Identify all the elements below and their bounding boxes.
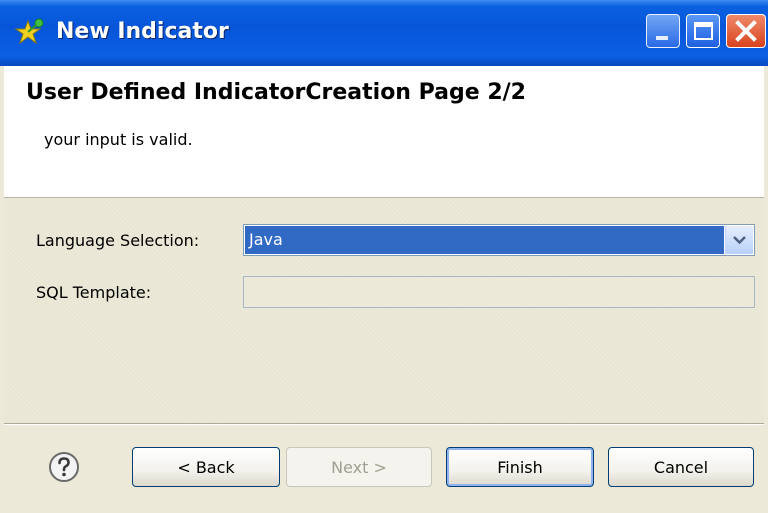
title-bar[interactable]: New Indicator	[0, 0, 768, 66]
cancel-button[interactable]: Cancel	[608, 447, 754, 487]
sql-template-field[interactable]	[243, 276, 755, 308]
new-indicator-star-icon	[14, 16, 46, 48]
new-indicator-dialog: New Indicator User Defined IndicatorCrea…	[0, 0, 768, 513]
language-select[interactable]: Java	[243, 224, 755, 256]
next-button[interactable]: Next >	[286, 447, 432, 487]
maximize-button[interactable]	[686, 14, 720, 48]
maximize-icon	[694, 22, 713, 40]
form-area: Language Selection: Java SQL Template:	[4, 198, 764, 423]
help-button[interactable]	[48, 451, 80, 483]
page-title: User Defined IndicatorCreation Page 2/2	[26, 80, 526, 105]
window-title: New Indicator	[56, 19, 229, 44]
sql-template-label: SQL Template:	[36, 283, 152, 302]
close-icon	[735, 20, 757, 42]
chevron-down-icon	[733, 236, 746, 245]
back-button[interactable]: < Back	[132, 447, 280, 487]
button-bar: < Back Next > Finish Cancel	[4, 425, 764, 513]
finish-button[interactable]: Finish	[446, 447, 594, 487]
status-message: your input is valid.	[44, 130, 193, 149]
language-selection-label: Language Selection:	[36, 231, 200, 250]
question-mark-icon	[49, 452, 79, 482]
minimize-button[interactable]	[646, 14, 680, 48]
close-button[interactable]	[726, 14, 766, 48]
wizard-header: User Defined IndicatorCreation Page 2/2 …	[4, 66, 764, 198]
minimize-icon	[656, 36, 668, 40]
dropdown-button[interactable]	[725, 226, 753, 254]
language-select-value[interactable]: Java	[245, 226, 724, 254]
